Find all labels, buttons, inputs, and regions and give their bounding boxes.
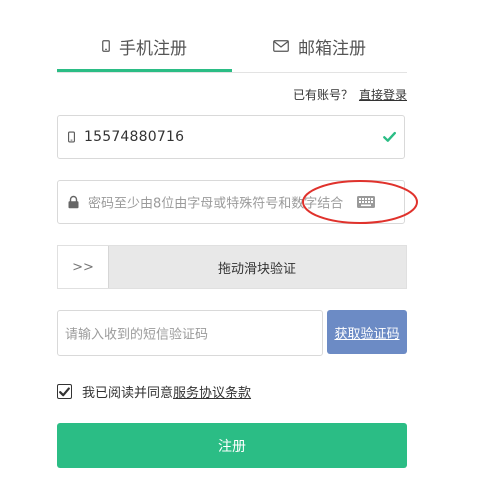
checkmark-icon: [59, 387, 70, 396]
agreement-text: 我已阅读并同意: [82, 386, 174, 401]
register-button[interactable]: 注册: [57, 423, 407, 468]
lock-icon: [68, 195, 79, 209]
phone-field[interactable]: 15574880716: [57, 115, 405, 159]
slider-verification: >> 拖动滑块验证: [57, 245, 407, 289]
mobile-phone-icon: [102, 40, 110, 52]
get-sms-code-button[interactable]: 获取验证码: [327, 310, 407, 354]
login-prompt-row: 已有账号？ 直接登录: [293, 86, 407, 103]
sms-code-input[interactable]: 请输入收到的短信验证码: [57, 310, 323, 356]
check-icon: [383, 131, 396, 143]
register-tabs: 手机注册 邮箱注册: [57, 20, 407, 73]
phone-value: 15574880716: [84, 129, 185, 145]
login-prompt-text: 已有账号？: [292, 88, 353, 102]
tab-phone-label: 手机注册: [119, 38, 187, 59]
sms-code-placeholder: 请输入收到的短信验证码: [65, 327, 209, 343]
keyboard-icon[interactable]: [357, 196, 375, 208]
tab-email-label: 邮箱注册: [298, 38, 366, 59]
tab-phone-register[interactable]: 手机注册: [57, 20, 232, 72]
mobile-phone-icon: [68, 131, 75, 143]
login-link[interactable]: 直接登录: [359, 88, 407, 102]
terms-link[interactable]: 服务协议条款: [173, 382, 251, 401]
tab-email-register[interactable]: 邮箱注册: [232, 20, 407, 72]
envelope-icon: [273, 40, 289, 52]
password-field[interactable]: 密码至少由8位由字母或特殊符号和数字结合: [57, 180, 405, 224]
active-tab-indicator: [57, 69, 232, 72]
agreement-checkbox[interactable]: [57, 384, 72, 399]
slider-label: 拖动滑块验证: [217, 261, 296, 277]
password-placeholder: 密码至少由8位由字母或特殊符号和数字结合: [88, 196, 344, 212]
slider-handle[interactable]: >>: [58, 246, 109, 288]
agreement-row: 我已阅读并同意 服务协议条款: [57, 382, 251, 401]
